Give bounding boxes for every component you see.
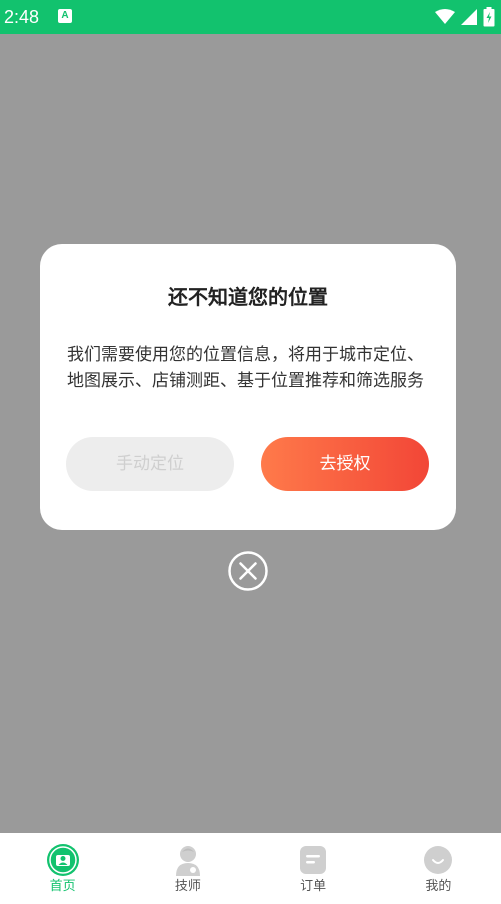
profile-icon	[421, 843, 455, 877]
close-dialog-button[interactable]	[227, 550, 269, 592]
tab-technician[interactable]: 技师	[125, 833, 250, 904]
home-icon	[46, 843, 80, 877]
tab-orders[interactable]: 订单	[251, 833, 376, 904]
tab-home[interactable]: 首页	[0, 833, 125, 904]
signal-icon	[461, 9, 477, 25]
notification-app-icon: A	[58, 9, 72, 23]
location-permission-dialog: 还不知道您的位置 我们需要使用您的位置信息，将用于城市定位、地图展示、店铺测距、…	[40, 244, 456, 530]
authorize-button[interactable]: 去授权	[261, 437, 429, 491]
status-time: 2:48	[4, 7, 40, 27]
tab-profile-label: 我的	[425, 879, 452, 894]
app-screen: 2:48 A 还不知道您的位置 我们需要使用您的位置信息，将用于城市定位、地图展…	[0, 0, 501, 904]
tab-home-label: 首页	[49, 879, 76, 894]
bottom-tab-bar: 首页 技师 订单 我的	[0, 833, 501, 904]
battery-charging-icon	[483, 7, 495, 27]
technician-icon	[171, 843, 205, 877]
tab-technician-label: 技师	[174, 879, 201, 894]
dialog-message: 我们需要使用您的位置信息，将用于城市定位、地图展示、店铺测距、基于位置推荐和筛选…	[67, 345, 424, 391]
tab-orders-label: 订单	[300, 879, 327, 894]
close-circle-icon	[228, 551, 268, 591]
wifi-icon	[435, 9, 455, 24]
order-icon	[296, 843, 330, 877]
manual-location-button[interactable]: 手动定位	[66, 437, 234, 491]
dialog-title: 还不知道您的位置	[168, 285, 328, 309]
tab-profile[interactable]: 我的	[376, 833, 501, 904]
status-indicators	[435, 7, 495, 27]
status-bar: 2:48 A	[0, 0, 501, 34]
